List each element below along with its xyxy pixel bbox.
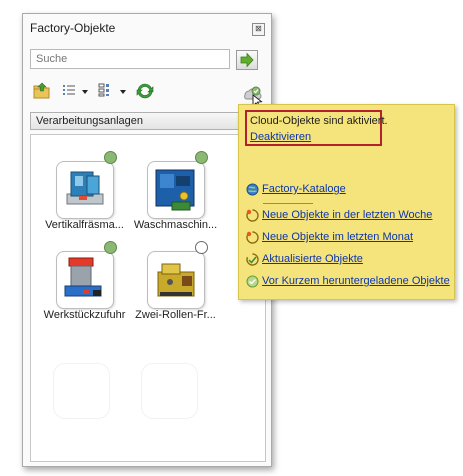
grid-view-icon[interactable]	[97, 82, 115, 98]
cloud-status-highlight: Cloud-Objekte sind aktiviert. Deaktivier…	[245, 110, 388, 146]
search-go-button[interactable]	[236, 50, 258, 70]
arrow-right-icon	[240, 52, 254, 68]
cloud-status-message: Cloud-Objekte sind aktiviert.	[250, 115, 388, 127]
object-item[interactable]: Waschmaschin...	[132, 151, 227, 247]
folder-up-icon[interactable]	[33, 82, 51, 100]
new-object-icon	[246, 231, 259, 244]
link-label[interactable]: Neue Objekte in der letzten Woche	[262, 209, 432, 221]
updated-object-icon	[246, 253, 259, 266]
object-grid: Vertikalfräsma... Waschmaschin... Werkst…	[30, 134, 266, 462]
link-label[interactable]: Vor Kurzem heruntergeladene Objekte	[262, 275, 450, 287]
two-roll-mill-icon	[147, 251, 205, 309]
checkmark-icon	[246, 275, 259, 288]
status-synced-icon	[195, 151, 208, 164]
search-input[interactable]	[30, 49, 230, 69]
grid-view-dropdown-icon[interactable]	[120, 90, 126, 94]
globe-icon	[246, 183, 259, 196]
list-view-icon[interactable]	[61, 82, 77, 98]
panel-title: Factory-Objekte	[30, 21, 116, 35]
item-label: Waschmaschin...	[133, 219, 218, 231]
cloud-popup: Cloud-Objekte sind aktiviert. Deaktivier…	[238, 104, 455, 300]
object-item[interactable]: Werkstückzufuhr	[41, 241, 136, 337]
item-label: Werkstückzufuhr	[43, 309, 126, 321]
new-object-icon	[246, 209, 259, 222]
ghost-tile	[141, 363, 198, 419]
link-label[interactable]: Neue Objekte im letzten Monat	[262, 231, 413, 243]
refresh-icon[interactable]	[136, 82, 154, 100]
close-button[interactable]: ⊠	[252, 23, 265, 36]
status-synced-icon	[104, 151, 117, 164]
ghost-tile	[53, 363, 110, 419]
item-label: Vertikalfräsma...	[45, 219, 124, 231]
category-dropdown[interactable]: Verarbeitungsanlagen	[30, 112, 264, 130]
separator	[263, 203, 313, 204]
factory-objects-panel: Factory-Objekte ⊠ Verarbeitungsanlagen	[22, 13, 272, 467]
deactivate-link[interactable]: Deaktivieren	[250, 131, 311, 143]
object-item[interactable]: Zwei-Rollen-Fr...	[132, 241, 227, 337]
list-view-dropdown-icon[interactable]	[82, 90, 88, 94]
item-label: Zwei-Rollen-Fr...	[135, 309, 216, 321]
workpiece-feeder-icon	[56, 251, 114, 309]
status-not-downloaded-icon	[195, 241, 208, 254]
washing-machine-icon	[147, 161, 205, 219]
link-label[interactable]: Aktualisierte Objekte	[262, 253, 363, 265]
link-label[interactable]: Factory-Kataloge	[262, 183, 346, 195]
vertical-mill-icon	[56, 161, 114, 219]
object-item[interactable]: Vertikalfräsma...	[41, 151, 136, 247]
status-synced-icon	[104, 241, 117, 254]
